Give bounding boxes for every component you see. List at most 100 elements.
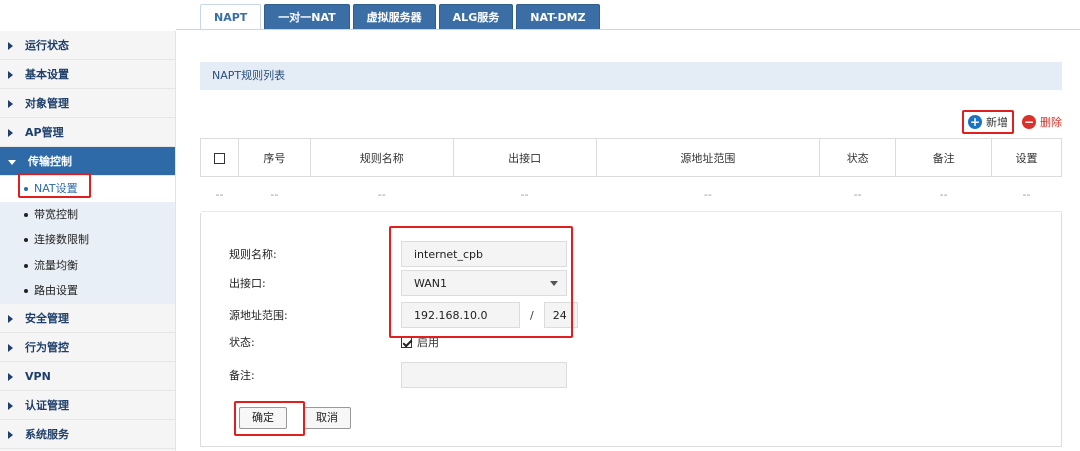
sidebar-item-label: VPN <box>25 369 51 383</box>
sidebar-subitem-label: 流量均衡 <box>34 258 78 272</box>
sidebar-item-label: 基本设置 <box>25 68 69 81</box>
enable-label: 启用 <box>417 336 439 349</box>
source-range-label: 源地址范围: <box>229 309 288 322</box>
table-cell: -- <box>310 176 454 212</box>
tab-one-to-one-nat[interactable]: 一对一NAT <box>264 4 350 30</box>
table-cell: -- <box>895 176 992 212</box>
minus-circle-icon: − <box>1022 115 1036 129</box>
source-ip-input[interactable]: 192.168.10.0 <box>401 302 520 328</box>
chevron-right-icon <box>8 343 13 352</box>
table-cell: -- <box>819 176 896 212</box>
chevron-down-icon <box>8 159 16 165</box>
chevron-right-icon <box>8 129 13 137</box>
remark-input[interactable] <box>401 362 567 388</box>
select-all-header <box>200 138 239 177</box>
table-row: -- -- -- -- -- -- -- -- <box>200 176 1062 212</box>
tab-bar: NAPT 一对一NAT 虚拟服务器 ALG服务 NAT-DMZ <box>200 4 603 30</box>
chevron-right-icon <box>8 314 13 323</box>
form-row-status: 状态: 启用 <box>229 334 439 350</box>
sidebar-item-vpn[interactable]: VPN <box>0 362 175 391</box>
sidebar-item-security[interactable]: 安全管理 <box>0 304 175 333</box>
dropdown-caret-icon <box>550 281 558 286</box>
sidebar-item-label: AP管理 <box>25 126 64 139</box>
rule-name-label: 规则名称: <box>229 248 277 261</box>
chevron-right-icon <box>8 100 13 108</box>
table-cell: -- <box>596 176 820 212</box>
col-header-interface: 出接口 <box>452 138 597 177</box>
sidebar-item-behavior-control[interactable]: 行为管控 <box>0 333 175 362</box>
delete-button[interactable]: − 删除 <box>1022 114 1062 130</box>
interface-label: 出接口: <box>229 277 266 290</box>
sidebar-item-label: 行为管控 <box>25 340 69 354</box>
sidebar-item-basic-settings[interactable]: 基本设置 <box>0 60 175 89</box>
sidebar-item-label: 运行状态 <box>25 39 69 52</box>
interface-select[interactable]: WAN1 <box>401 270 567 296</box>
bullet-icon <box>24 212 28 217</box>
table-cell: -- <box>238 176 311 212</box>
sidebar-subitem-label: 路由设置 <box>34 284 78 297</box>
bullet-icon <box>24 289 28 293</box>
enable-checkbox[interactable] <box>401 336 412 348</box>
col-header-rule-name: 规则名称 <box>309 138 454 177</box>
sidebar-subitem-connection-limit[interactable]: 连接数限制 <box>0 227 175 253</box>
chevron-right-icon <box>8 401 13 410</box>
table-cell: -- <box>453 176 597 212</box>
sidebar-item-ap[interactable]: AP管理 <box>0 118 175 147</box>
form-row-remark: 备注: <box>229 362 567 388</box>
form-row-name: 规则名称: internet_cpb <box>229 241 567 267</box>
submenu: NAT设置 带宽控制 连接数限制 流量均衡 路由设置 <box>0 176 175 304</box>
sidebar-item-label: 对象管理 <box>25 97 69 110</box>
chevron-right-icon <box>8 430 13 439</box>
bullet-icon <box>24 187 28 191</box>
sidebar: 运行状态 基本设置 对象管理 AP管理 传输控制 NAT设置 带宽控制 连接数限… <box>0 31 176 451</box>
status-label: 状态: <box>229 336 255 349</box>
bullet-icon <box>24 263 28 268</box>
sidebar-subitem-routing[interactable]: 路由设置 <box>0 278 175 304</box>
tab-alg-service[interactable]: ALG服务 <box>438 4 514 30</box>
rule-name-input[interactable]: internet_cpb <box>401 241 567 267</box>
confirm-button[interactable]: 确定 <box>239 407 287 429</box>
sidebar-item-status[interactable]: 运行状态 <box>0 31 175 60</box>
delete-label: 删除 <box>1040 116 1062 129</box>
sidebar-item-objects[interactable]: 对象管理 <box>0 89 175 118</box>
col-header-settings: 设置 <box>991 138 1062 177</box>
napt-rules-table: 序号 规则名称 出接口 源地址范围 状态 备注 设置 -- -- -- -- -… <box>200 138 1062 212</box>
col-header-source-range: 源地址范围 <box>595 138 821 177</box>
select-all-checkbox[interactable] <box>213 152 225 164</box>
sidebar-subitem-label: 连接数限制 <box>34 233 89 246</box>
rule-edit-form: 规则名称: internet_cpb 出接口: WAN1 源地址范围: 192.… <box>200 213 1062 447</box>
col-header-index: 序号 <box>237 138 311 177</box>
sidebar-item-auth[interactable]: 认证管理 <box>0 391 175 420</box>
sidebar-subitem-nat[interactable]: NAT设置 <box>0 176 175 202</box>
source-mask-input[interactable]: 24 <box>543 302 578 328</box>
tab-virtual-server[interactable]: 虚拟服务器 <box>352 4 436 30</box>
sidebar-item-label: 认证管理 <box>25 398 69 412</box>
sidebar-item-system-service[interactable]: 系统服务 <box>0 420 175 449</box>
col-header-status: 状态 <box>819 138 897 177</box>
form-row-interface: 出接口: WAN1 <box>229 270 567 296</box>
sidebar-subitem-bandwidth[interactable]: 带宽控制 <box>0 202 175 228</box>
add-label: 新增 <box>986 116 1008 129</box>
sidebar-subitem-label: 带宽控制 <box>34 207 78 221</box>
table-cell: -- <box>991 176 1062 212</box>
plus-circle-icon: + <box>968 115 982 129</box>
mask-separator: / <box>530 308 534 322</box>
sidebar-item-label: 系统服务 <box>25 427 69 441</box>
sidebar-item-label: 安全管理 <box>25 311 69 325</box>
tab-nat-dmz[interactable]: NAT-DMZ <box>516 4 600 30</box>
add-button[interactable]: + 新增 <box>962 110 1014 134</box>
sidebar-subitem-label: NAT设置 <box>34 182 78 195</box>
chevron-right-icon <box>8 42 13 50</box>
interface-select-value: WAN1 <box>414 277 448 290</box>
tab-napt[interactable]: NAPT <box>200 4 262 30</box>
sidebar-item-label: 传输控制 <box>28 155 72 168</box>
col-header-remark: 备注 <box>895 138 993 177</box>
table-header-row: 序号 规则名称 出接口 源地址范围 状态 备注 设置 <box>200 138 1062 177</box>
tab-divider <box>176 29 1080 30</box>
sidebar-item-transmission-control[interactable]: 传输控制 <box>0 147 175 176</box>
form-row-source: 源地址范围: 192.168.10.0 / 24 <box>229 302 578 328</box>
sidebar-subitem-load-balance[interactable]: 流量均衡 <box>0 253 175 279</box>
section-title: NAPT规则列表 <box>200 62 1062 90</box>
cancel-button[interactable]: 取消 <box>303 407 351 429</box>
chevron-right-icon <box>8 372 13 381</box>
